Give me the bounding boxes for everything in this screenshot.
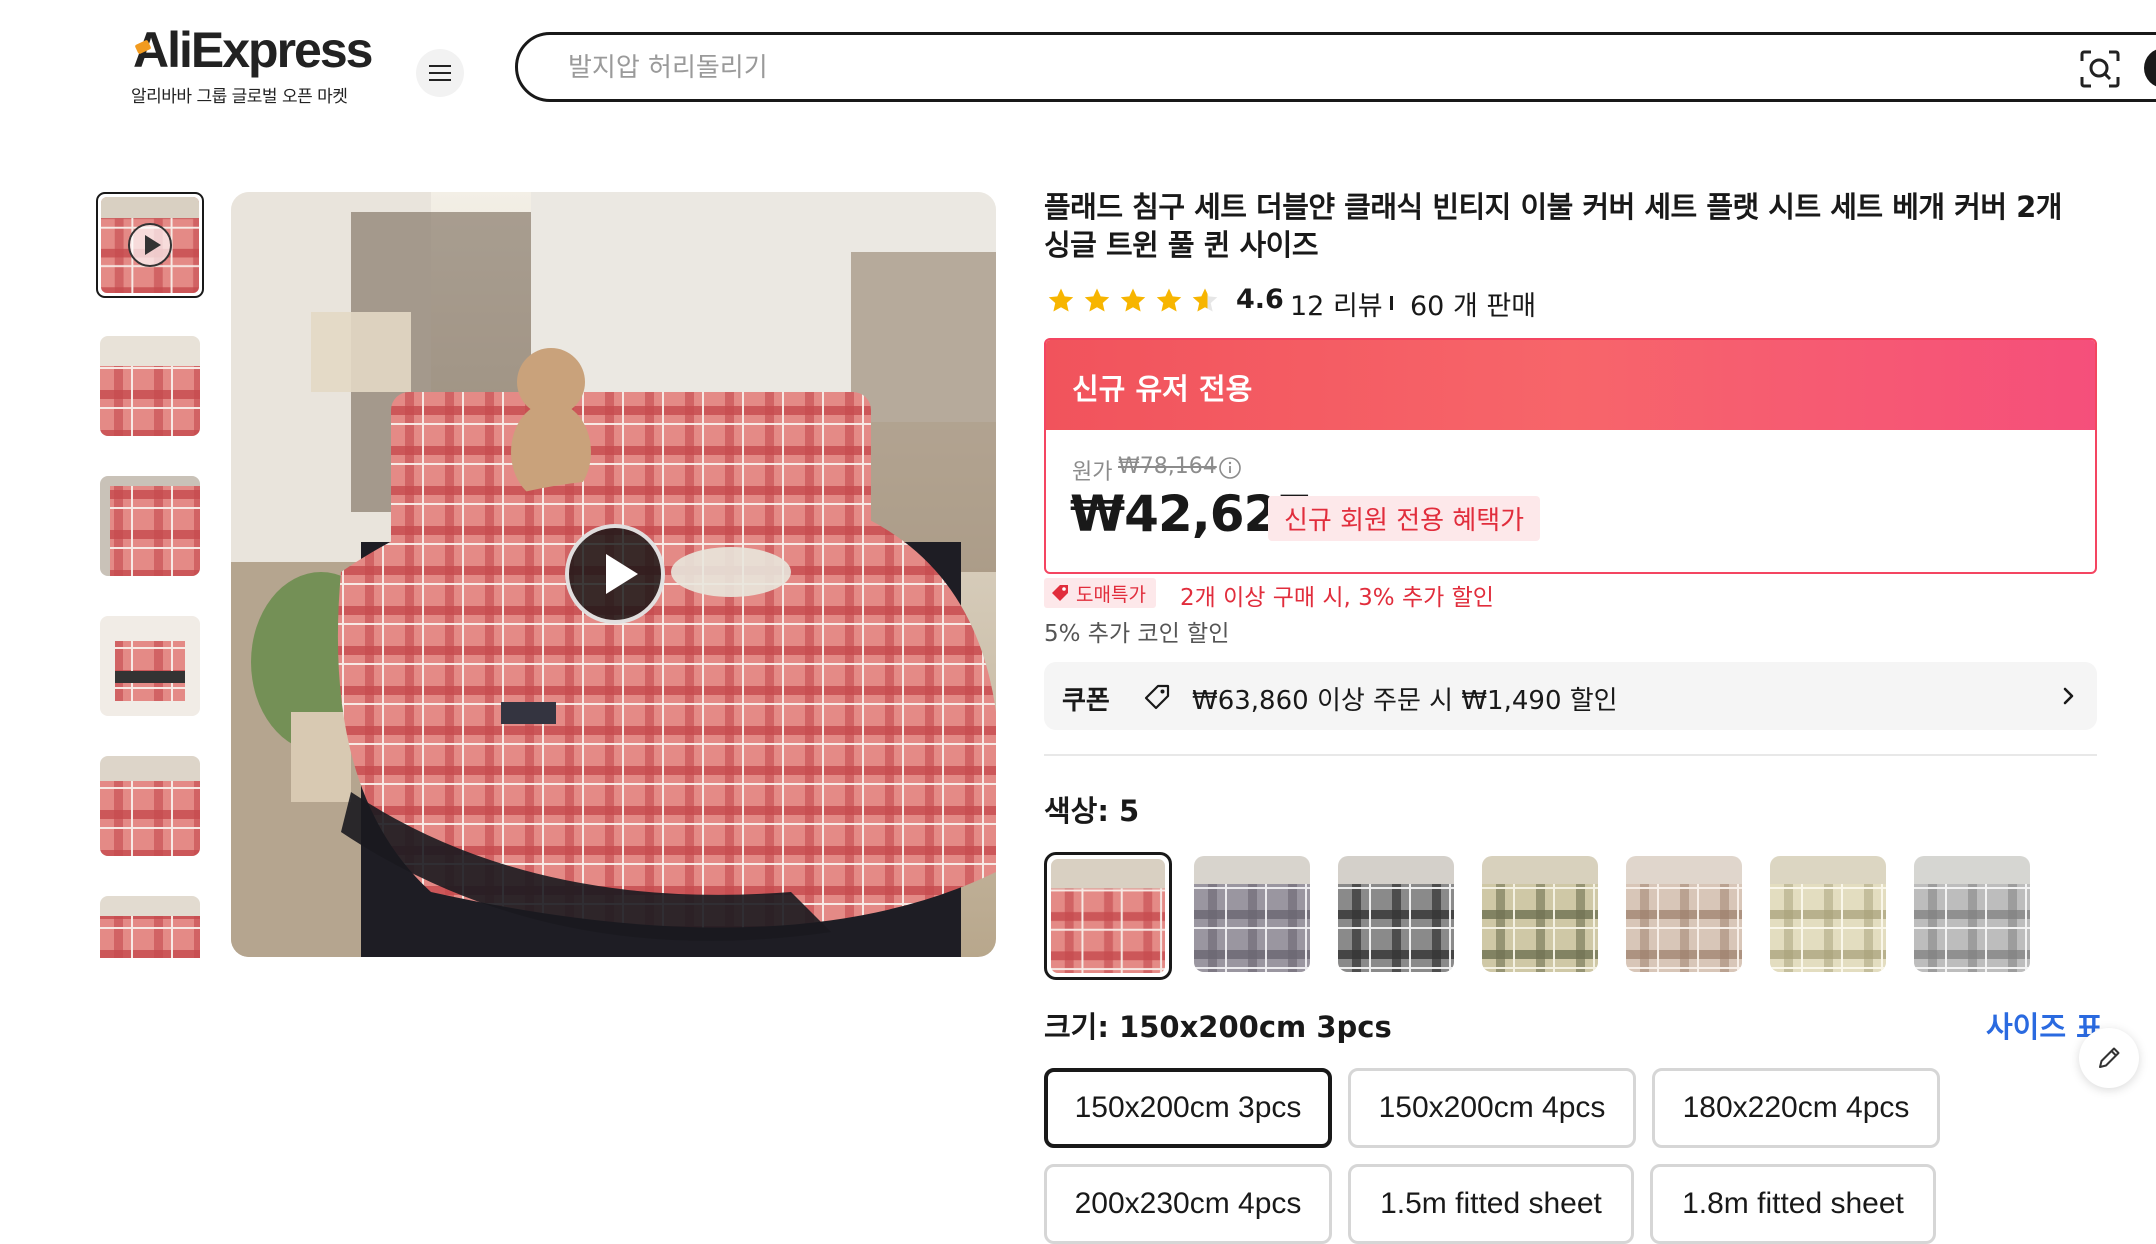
promo-banner-label: 신규 유저 전용 [1072, 372, 1253, 406]
color-swatch[interactable] [1770, 856, 1886, 972]
coupon-label: 쿠폰 [1062, 686, 1110, 716]
color-label: 색상: 5 [1044, 794, 1140, 828]
swatch-image [1482, 856, 1598, 972]
chevron-right-icon [2063, 687, 2074, 705]
aliexpress-logo[interactable]: AliExpress [133, 20, 373, 80]
menu-button[interactable] [416, 49, 464, 97]
swatch-image [1194, 856, 1310, 972]
thumb-image [100, 336, 200, 436]
sold-count: 60 개 판매 [1410, 291, 1537, 322]
thumb-image [100, 476, 200, 576]
member-price-tag: 신규 회원 전용 혜택가 [1268, 496, 1541, 541]
gallery-thumb-video[interactable] [96, 192, 204, 298]
image-search-icon[interactable] [2080, 50, 2120, 88]
thumb-image [100, 616, 200, 716]
original-price-label: 원가 [1072, 460, 1113, 485]
swatch-image [1626, 856, 1742, 972]
star-icon [1156, 288, 1182, 312]
hamburger-icon [429, 65, 451, 81]
color-swatch[interactable] [1194, 856, 1310, 972]
price-tag-icon [1052, 585, 1068, 601]
color-swatch[interactable] [1482, 856, 1598, 972]
promo-banner: 신규 유저 전용 [1046, 340, 2095, 430]
rating-stars [1046, 286, 1220, 316]
search-bar[interactable] [515, 32, 2156, 102]
swatch-image [1914, 856, 2030, 972]
logo-tagline: 알리바바 그룹 글로벌 오픈 마켓 [131, 87, 348, 107]
gallery-thumb[interactable] [100, 616, 200, 716]
gallery-thumb[interactable] [100, 756, 200, 856]
star-icon [1120, 288, 1146, 312]
product-title: 플래드 침구 세트 더블얀 클래식 빈티지 이불 커버 세트 플랫 시트 세트 … [1044, 190, 2062, 262]
color-swatch[interactable] [1914, 856, 2030, 972]
swatch-image [1770, 856, 1886, 972]
coin-discount-text: 5% 추가 코인 할인 [1044, 621, 1230, 647]
original-price: ₩78,164 [1118, 454, 1217, 479]
size-label: 크기: 150x200cm 3pcs [1044, 1010, 1392, 1044]
star-icon [1048, 288, 1074, 312]
price-promo-box: 신규 유저 전용 원가 ₩78,164 ₩42,627 신규 회원 전용 혜택가 [1044, 338, 2097, 574]
reviews-link[interactable]: 12 리뷰 [1290, 284, 1383, 323]
wholesale-deal-text: 2개 이상 구매 시, 3% 추가 할인 [1180, 585, 1494, 611]
rating-value: 4.6 [1236, 284, 1284, 315]
divider [1390, 296, 1393, 310]
color-swatch-selected[interactable] [1044, 852, 1172, 980]
color-swatch[interactable] [1338, 856, 1454, 972]
thumb-image [100, 896, 200, 958]
star-icon [1084, 288, 1110, 312]
size-option[interactable]: 1.8m fitted sheet [1650, 1164, 1936, 1244]
feedback-edit-button[interactable] [2079, 1028, 2139, 1088]
play-icon [128, 223, 172, 267]
gallery-thumb[interactable] [100, 476, 200, 576]
swatch-image [1051, 859, 1165, 973]
pencil-icon [2099, 1047, 2120, 1068]
half-star-icon [1192, 288, 1218, 312]
wholesale-deal-label: 도매특가 [1076, 583, 1146, 606]
gallery-thumb[interactable] [100, 336, 200, 436]
gallery-thumb[interactable] [100, 896, 200, 958]
search-input[interactable] [566, 49, 1970, 87]
wholesale-deal-badge: 도매특가 [1044, 578, 1156, 608]
color-swatch[interactable] [1626, 856, 1742, 972]
size-option[interactable]: 200x230cm 4pcs [1044, 1164, 1332, 1244]
size-option[interactable]: 1.5m fitted sheet [1348, 1164, 1634, 1244]
size-option[interactable]: 180x220cm 4pcs [1652, 1068, 1940, 1148]
video-play-button[interactable] [565, 524, 665, 624]
section-divider [1044, 754, 2097, 756]
size-option-selected[interactable]: 150x200cm 3pcs [1044, 1068, 1332, 1148]
coupon-tag-icon [1144, 684, 1170, 710]
size-option[interactable]: 150x200cm 4pcs [1348, 1068, 1636, 1148]
coupon-row[interactable]: 쿠폰 ₩63,860 이상 주문 시 ₩1,490 할인 [1044, 662, 2097, 730]
thumb-image [100, 756, 200, 856]
info-icon[interactable] [1218, 456, 1242, 480]
coupon-text: ₩63,860 이상 주문 시 ₩1,490 할인 [1192, 686, 1618, 716]
swatch-image [1338, 856, 1454, 972]
